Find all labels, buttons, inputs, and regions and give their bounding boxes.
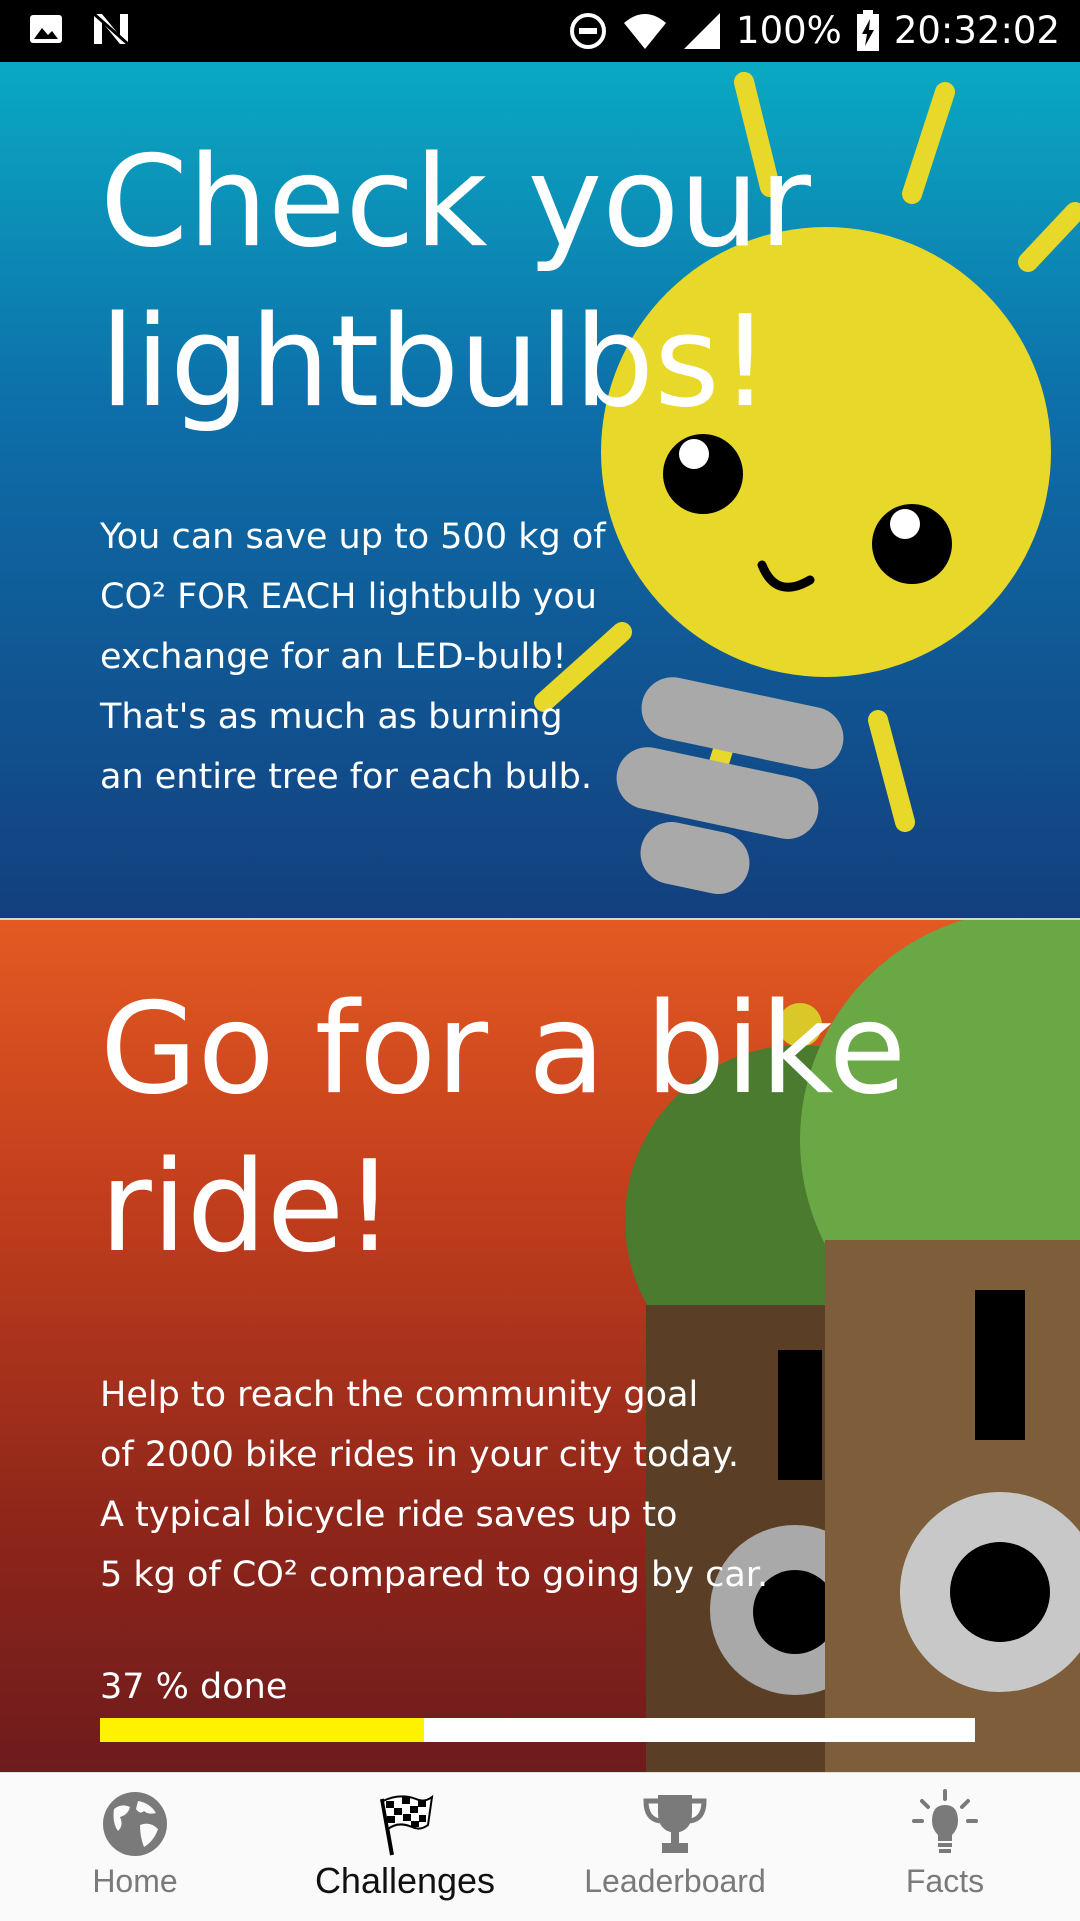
challenge-title: Check your lightbulbs! (100, 128, 811, 435)
challenge-description: You can save up to 500 kg of CO² FOR EAC… (100, 517, 606, 797)
clock: 20:32:02 (893, 9, 1060, 52)
challenge-title: Go for a bike ride! (100, 975, 907, 1280)
trophy-icon (643, 1795, 707, 1853)
nav-label: Home (92, 1863, 178, 1899)
battery-charging-icon (856, 10, 879, 51)
nav-item-home[interactable]: Home (0, 1773, 270, 1921)
nav-label: Challenges (314, 1860, 496, 1901)
progress-bar (100, 1718, 975, 1742)
progress-bar-fill (100, 1718, 424, 1742)
status-bar: 100% 20:32:02 (0, 0, 1080, 62)
nav-item-facts[interactable]: Facts (810, 1773, 1080, 1921)
challenge-card-bike-ride[interactable]: Go for a bike ride! Help to reach the co… (0, 920, 1080, 1772)
lightbulb-icon (912, 1789, 978, 1853)
wifi-icon (624, 14, 667, 49)
nav-label: Facts (905, 1863, 985, 1899)
n-notification-icon (93, 12, 129, 46)
challenge-description: Help to reach the community goal of 2000… (100, 1375, 769, 1595)
nav-item-leaderboard[interactable]: Leaderboard (540, 1773, 810, 1921)
nav-label: Leaderboard (584, 1863, 766, 1899)
bottom-navigation: Home Challenges Leaderboard Facts (0, 1772, 1080, 1921)
battery-percentage: 100% (736, 9, 842, 52)
image-icon (30, 15, 62, 43)
progress-label: 37 % done (100, 1667, 288, 1707)
challenge-card-lightbulbs[interactable]: Check your lightbulbs! You can save up t… (0, 62, 1080, 918)
nav-item-challenges[interactable]: Challenges (270, 1773, 540, 1921)
cell-signal-icon (684, 13, 721, 49)
globe-icon (103, 1792, 167, 1856)
do-not-disturb-icon (570, 13, 607, 49)
checkered-flag-icon (380, 1794, 434, 1856)
